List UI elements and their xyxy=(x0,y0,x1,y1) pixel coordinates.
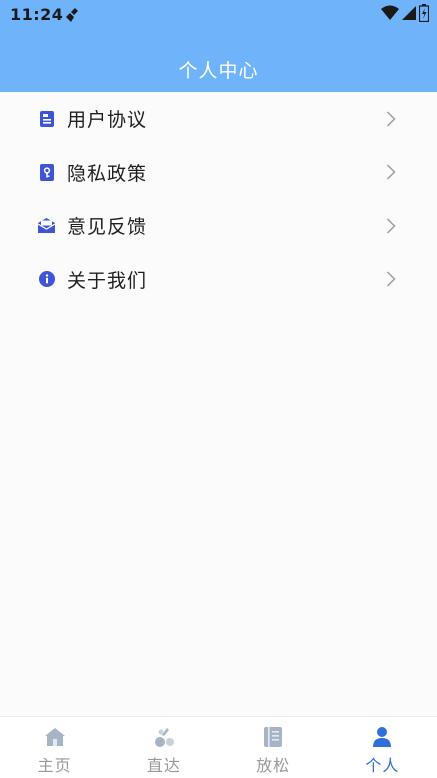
page-title: 个人中心 xyxy=(178,60,259,82)
key-lock-icon xyxy=(38,163,55,181)
broom-icon xyxy=(64,6,82,24)
chevron-right-icon xyxy=(386,164,396,180)
nav-label: 放松 xyxy=(256,756,291,775)
menu-item-about-us[interactable]: 关于我们 xyxy=(0,253,437,307)
nav-label: 直达 xyxy=(146,756,181,775)
bottom-nav: 主页 直达 放松 个人 xyxy=(0,716,437,778)
status-bar: 11:24 xyxy=(0,0,437,30)
menu-item-label: 隐私政策 xyxy=(67,162,148,185)
nav-label: 个人 xyxy=(365,756,400,775)
menu-item-feedback[interactable]: 意见反馈 xyxy=(0,199,437,253)
menu-item-label: 意见反馈 xyxy=(67,216,148,239)
chevron-right-icon xyxy=(386,271,396,287)
menu-item-label: 关于我们 xyxy=(67,269,148,292)
battery-icon xyxy=(418,4,430,26)
direct-icon xyxy=(153,726,175,748)
info-icon xyxy=(38,271,55,288)
nav-item-direct[interactable]: 直达 xyxy=(109,717,218,778)
chevron-right-icon xyxy=(386,111,396,127)
notebook-icon xyxy=(262,726,284,748)
header: 11:24 个人中心 xyxy=(0,0,437,92)
nav-item-personal[interactable]: 个人 xyxy=(328,717,437,778)
menu-item-user-agreement[interactable]: 用户协议 xyxy=(0,92,437,146)
nav-item-home[interactable]: 主页 xyxy=(0,717,109,778)
settings-menu: 用户协议 隐私政策 意见反馈 关于我们 xyxy=(0,92,437,306)
document-icon xyxy=(38,110,55,127)
status-icons xyxy=(381,4,430,26)
menu-item-label: 用户协议 xyxy=(67,109,148,132)
home-icon xyxy=(44,726,66,748)
nav-label: 主页 xyxy=(37,756,72,775)
person-icon xyxy=(371,726,393,748)
menu-item-privacy-policy[interactable]: 隐私政策 xyxy=(0,146,437,200)
status-time: 11:24 xyxy=(10,5,64,24)
nav-item-relax[interactable]: 放松 xyxy=(219,717,328,778)
signal-icon xyxy=(401,5,417,25)
chevron-right-icon xyxy=(386,218,396,234)
mail-icon xyxy=(38,217,55,234)
wifi-icon xyxy=(381,5,399,25)
